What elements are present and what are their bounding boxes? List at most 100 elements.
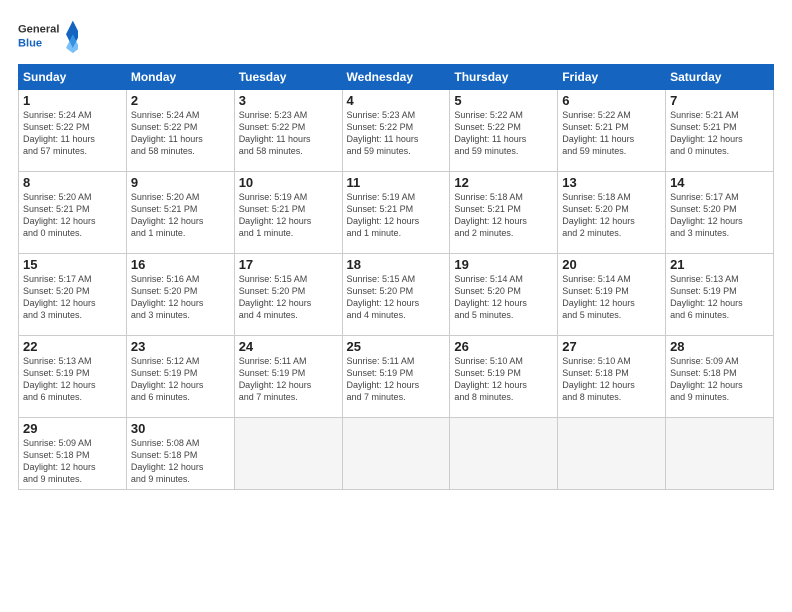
calendar-day-15: 15Sunrise: 5:17 AMSunset: 5:20 PMDayligh… xyxy=(19,254,127,336)
col-saturday: Saturday xyxy=(666,65,774,90)
calendar-day-22: 22 Sunrise: 5:13 AMSunset: 5:19 PMDayligh… xyxy=(19,336,127,418)
day-number: 22 xyxy=(23,339,122,354)
day-info: Sunrise: 5:18 AMSunset: 5:21 PMDaylight:… xyxy=(454,192,527,238)
calendar-table: Sunday Monday Tuesday Wednesday Thursday… xyxy=(18,64,774,490)
calendar-day-1: 1 Sunrise: 5:24 AMSunset: 5:22 PMDaylight… xyxy=(19,90,127,172)
day-info: Sunrise: 5:21 AMSunset: 5:21 PMDaylight:… xyxy=(670,110,743,156)
day-number: 20 xyxy=(562,257,661,272)
calendar-day-27: 27Sunrise: 5:10 AMSunset: 5:18 PMDayligh… xyxy=(558,336,666,418)
day-number: 25 xyxy=(347,339,446,354)
day-number: 2 xyxy=(131,93,230,108)
col-tuesday: Tuesday xyxy=(234,65,342,90)
day-info: Sunrise: 5:19 AMSunset: 5:21 PMDaylight:… xyxy=(239,192,312,238)
calendar-day-3: 3 Sunrise: 5:23 AMSunset: 5:22 PMDaylight… xyxy=(234,90,342,172)
day-info: Sunrise: 5:19 AMSunset: 5:21 PMDaylight:… xyxy=(347,192,420,238)
header: General Blue xyxy=(18,18,774,54)
svg-text:General: General xyxy=(18,24,59,36)
calendar-day-5: 5 Sunrise: 5:22 AMSunset: 5:22 PMDaylight… xyxy=(450,90,558,172)
svg-text:Blue: Blue xyxy=(18,37,42,49)
day-number: 10 xyxy=(239,175,338,190)
day-info: Sunrise: 5:15 AMSunset: 5:20 PMDaylight:… xyxy=(347,274,420,320)
generalblue-logo-icon: General Blue xyxy=(18,18,78,54)
calendar-day-25: 25 Sunrise: 5:11 AMSunset: 5:19 PMDayligh… xyxy=(342,336,450,418)
calendar-day-empty xyxy=(450,418,558,490)
day-info: Sunrise: 5:09 AMSunset: 5:18 PMDaylight:… xyxy=(23,438,96,484)
calendar-day-23: 23 Sunrise: 5:12 AMSunset: 5:19 PMDayligh… xyxy=(126,336,234,418)
day-info: Sunrise: 5:18 AMSunset: 5:20 PMDaylight:… xyxy=(562,192,635,238)
calendar-day-6: 6Sunrise: 5:22 AMSunset: 5:21 PMDaylight… xyxy=(558,90,666,172)
calendar-day-28: 28Sunrise: 5:09 AMSunset: 5:18 PMDayligh… xyxy=(666,336,774,418)
logo: General Blue xyxy=(18,18,78,54)
day-number: 24 xyxy=(239,339,338,354)
page: General Blue Sunday Monday Tuesday Wedne… xyxy=(0,0,792,612)
day-number: 29 xyxy=(23,421,122,436)
col-thursday: Thursday xyxy=(450,65,558,90)
calendar-day-8: 8 Sunrise: 5:20 AMSunset: 5:21 PMDaylight… xyxy=(19,172,127,254)
day-info: Sunrise: 5:24 AMSunset: 5:22 PMDaylight:… xyxy=(131,110,203,156)
day-number: 3 xyxy=(239,93,338,108)
calendar-day-30: 30 Sunrise: 5:08 AMSunset: 5:18 PMDayligh… xyxy=(126,418,234,490)
day-number: 5 xyxy=(454,93,553,108)
calendar-day-20: 20 Sunrise: 5:14 AMSunset: 5:19 PMDayligh… xyxy=(558,254,666,336)
day-info: Sunrise: 5:23 AMSunset: 5:22 PMDaylight:… xyxy=(239,110,311,156)
day-number: 12 xyxy=(454,175,553,190)
day-number: 17 xyxy=(239,257,338,272)
calendar-day-7: 7 Sunrise: 5:21 AMSunset: 5:21 PMDaylight… xyxy=(666,90,774,172)
calendar-day-empty xyxy=(234,418,342,490)
day-number: 1 xyxy=(23,93,122,108)
col-monday: Monday xyxy=(126,65,234,90)
day-info: Sunrise: 5:23 AMSunset: 5:22 PMDaylight:… xyxy=(347,110,419,156)
day-number: 11 xyxy=(347,175,446,190)
day-number: 13 xyxy=(562,175,661,190)
calendar-day-10: 10 Sunrise: 5:19 AMSunset: 5:21 PMDayligh… xyxy=(234,172,342,254)
day-number: 4 xyxy=(347,93,446,108)
day-number: 9 xyxy=(131,175,230,190)
calendar-week-2: 8 Sunrise: 5:20 AMSunset: 5:21 PMDaylight… xyxy=(19,172,774,254)
calendar-day-16: 16Sunrise: 5:16 AMSunset: 5:20 PMDayligh… xyxy=(126,254,234,336)
day-number: 21 xyxy=(670,257,769,272)
calendar-day-21: 21Sunrise: 5:13 AMSunset: 5:19 PMDayligh… xyxy=(666,254,774,336)
calendar-day-26: 26 Sunrise: 5:10 AMSunset: 5:19 PMDayligh… xyxy=(450,336,558,418)
col-friday: Friday xyxy=(558,65,666,90)
calendar-day-13: 13 Sunrise: 5:18 AMSunset: 5:20 PMDayligh… xyxy=(558,172,666,254)
calendar-week-4: 22 Sunrise: 5:13 AMSunset: 5:19 PMDayligh… xyxy=(19,336,774,418)
calendar-header-row: Sunday Monday Tuesday Wednesday Thursday… xyxy=(19,65,774,90)
calendar-day-12: 12 Sunrise: 5:18 AMSunset: 5:21 PMDayligh… xyxy=(450,172,558,254)
day-info: Sunrise: 5:11 AMSunset: 5:19 PMDaylight:… xyxy=(239,356,312,402)
calendar-week-5: 29 Sunrise: 5:09 AMSunset: 5:18 PMDayligh… xyxy=(19,418,774,490)
day-info: Sunrise: 5:16 AMSunset: 5:20 PMDaylight:… xyxy=(131,274,204,320)
calendar-day-empty xyxy=(666,418,774,490)
calendar-day-14: 14Sunrise: 5:17 AMSunset: 5:20 PMDayligh… xyxy=(666,172,774,254)
day-number: 28 xyxy=(670,339,769,354)
day-number: 7 xyxy=(670,93,769,108)
day-info: Sunrise: 5:10 AMSunset: 5:18 PMDaylight:… xyxy=(562,356,635,402)
day-number: 26 xyxy=(454,339,553,354)
calendar-day-18: 18Sunrise: 5:15 AMSunset: 5:20 PMDayligh… xyxy=(342,254,450,336)
calendar-day-11: 11 Sunrise: 5:19 AMSunset: 5:21 PMDayligh… xyxy=(342,172,450,254)
day-info: Sunrise: 5:13 AMSunset: 5:19 PMDaylight:… xyxy=(23,356,96,402)
day-info: Sunrise: 5:20 AMSunset: 5:21 PMDaylight:… xyxy=(23,192,96,238)
day-number: 8 xyxy=(23,175,122,190)
day-number: 23 xyxy=(131,339,230,354)
col-sunday: Sunday xyxy=(19,65,127,90)
day-info: Sunrise: 5:20 AMSunset: 5:21 PMDaylight:… xyxy=(131,192,204,238)
day-number: 14 xyxy=(670,175,769,190)
calendar-day-empty xyxy=(558,418,666,490)
day-info: Sunrise: 5:08 AMSunset: 5:18 PMDaylight:… xyxy=(131,438,204,484)
day-number: 19 xyxy=(454,257,553,272)
day-info: Sunrise: 5:15 AMSunset: 5:20 PMDaylight:… xyxy=(239,274,312,320)
calendar-day-19: 19 Sunrise: 5:14 AMSunset: 5:20 PMDayligh… xyxy=(450,254,558,336)
day-info: Sunrise: 5:11 AMSunset: 5:19 PMDaylight:… xyxy=(347,356,420,402)
day-info: Sunrise: 5:14 AMSunset: 5:20 PMDaylight:… xyxy=(454,274,527,320)
day-info: Sunrise: 5:24 AMSunset: 5:22 PMDaylight:… xyxy=(23,110,95,156)
day-number: 30 xyxy=(131,421,230,436)
calendar-day-29: 29 Sunrise: 5:09 AMSunset: 5:18 PMDayligh… xyxy=(19,418,127,490)
day-info: Sunrise: 5:10 AMSunset: 5:19 PMDaylight:… xyxy=(454,356,527,402)
day-info: Sunrise: 5:12 AMSunset: 5:19 PMDaylight:… xyxy=(131,356,204,402)
day-info: Sunrise: 5:14 AMSunset: 5:19 PMDaylight:… xyxy=(562,274,635,320)
calendar-week-3: 15Sunrise: 5:17 AMSunset: 5:20 PMDayligh… xyxy=(19,254,774,336)
calendar-day-2: 2 Sunrise: 5:24 AMSunset: 5:22 PMDaylight… xyxy=(126,90,234,172)
day-info: Sunrise: 5:22 AMSunset: 5:21 PMDaylight:… xyxy=(562,110,634,156)
day-info: Sunrise: 5:22 AMSunset: 5:22 PMDaylight:… xyxy=(454,110,526,156)
day-number: 15 xyxy=(23,257,122,272)
